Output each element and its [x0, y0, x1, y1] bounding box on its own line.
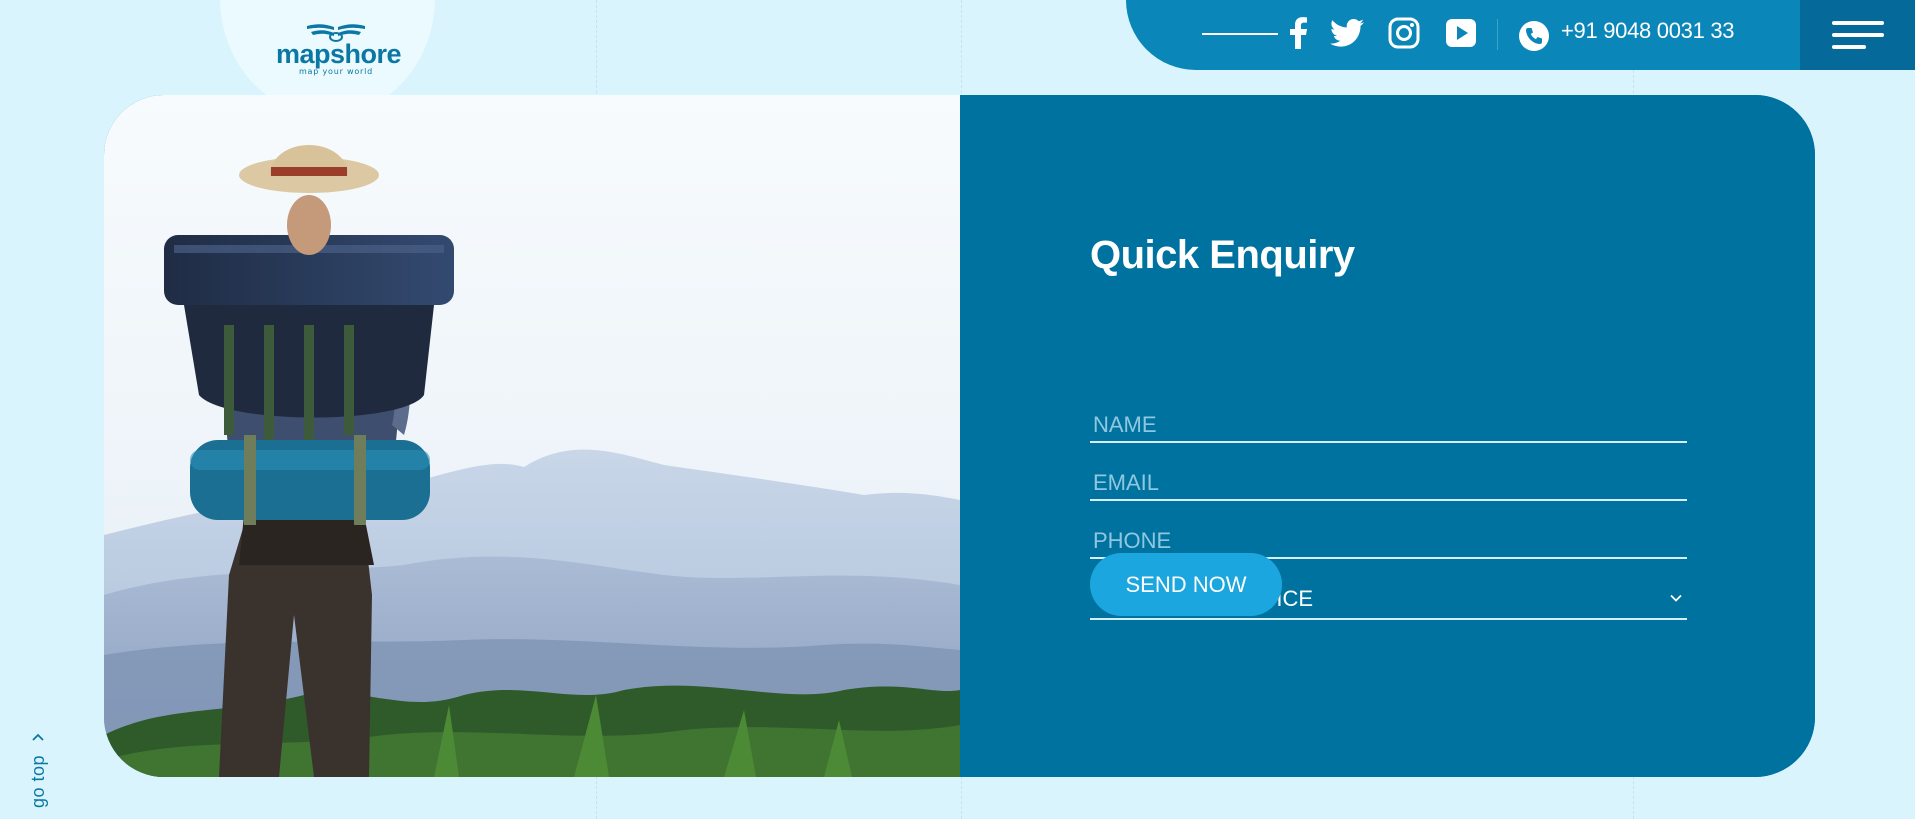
- top-bar: +91 9048 0031 33: [1126, 0, 1800, 70]
- chevron-down-icon: [1670, 594, 1682, 602]
- enquiry-card: Quick Enquiry CHOOSE A SERVICE SEND NOW: [104, 95, 1815, 777]
- name-input[interactable]: [1090, 397, 1687, 441]
- decorative-line: [1202, 33, 1278, 35]
- phone-input[interactable]: [1090, 513, 1687, 557]
- go-top-label: go top: [28, 754, 48, 808]
- instagram-icon[interactable]: [1387, 16, 1421, 50]
- phone-number[interactable]: +91 9048 0031 33: [1561, 18, 1735, 44]
- phone-icon: [1519, 21, 1549, 51]
- hiker-photo: [104, 95, 960, 777]
- name-field[interactable]: [1090, 397, 1687, 443]
- menu-button[interactable]: [1800, 0, 1915, 70]
- logo-name: mapshore: [276, 39, 402, 69]
- enquiry-form: Quick Enquiry CHOOSE A SERVICE SEND NOW: [960, 95, 1815, 777]
- email-field[interactable]: [1090, 455, 1687, 501]
- menu-bar: [1831, 33, 1884, 37]
- email-input[interactable]: [1090, 455, 1687, 499]
- menu-bar: [1831, 45, 1866, 49]
- facebook-icon[interactable]: [1281, 16, 1315, 50]
- chevron-up-icon: [32, 733, 44, 741]
- logo[interactable]: mapshore map your world: [276, 22, 402, 76]
- send-now-button[interactable]: SEND NOW: [1090, 553, 1282, 616]
- form-title: Quick Enquiry: [1090, 233, 1355, 277]
- separator: [1497, 19, 1498, 50]
- twitter-icon[interactable]: [1330, 16, 1364, 50]
- menu-bar: [1831, 21, 1884, 25]
- youtube-icon[interactable]: [1444, 16, 1478, 50]
